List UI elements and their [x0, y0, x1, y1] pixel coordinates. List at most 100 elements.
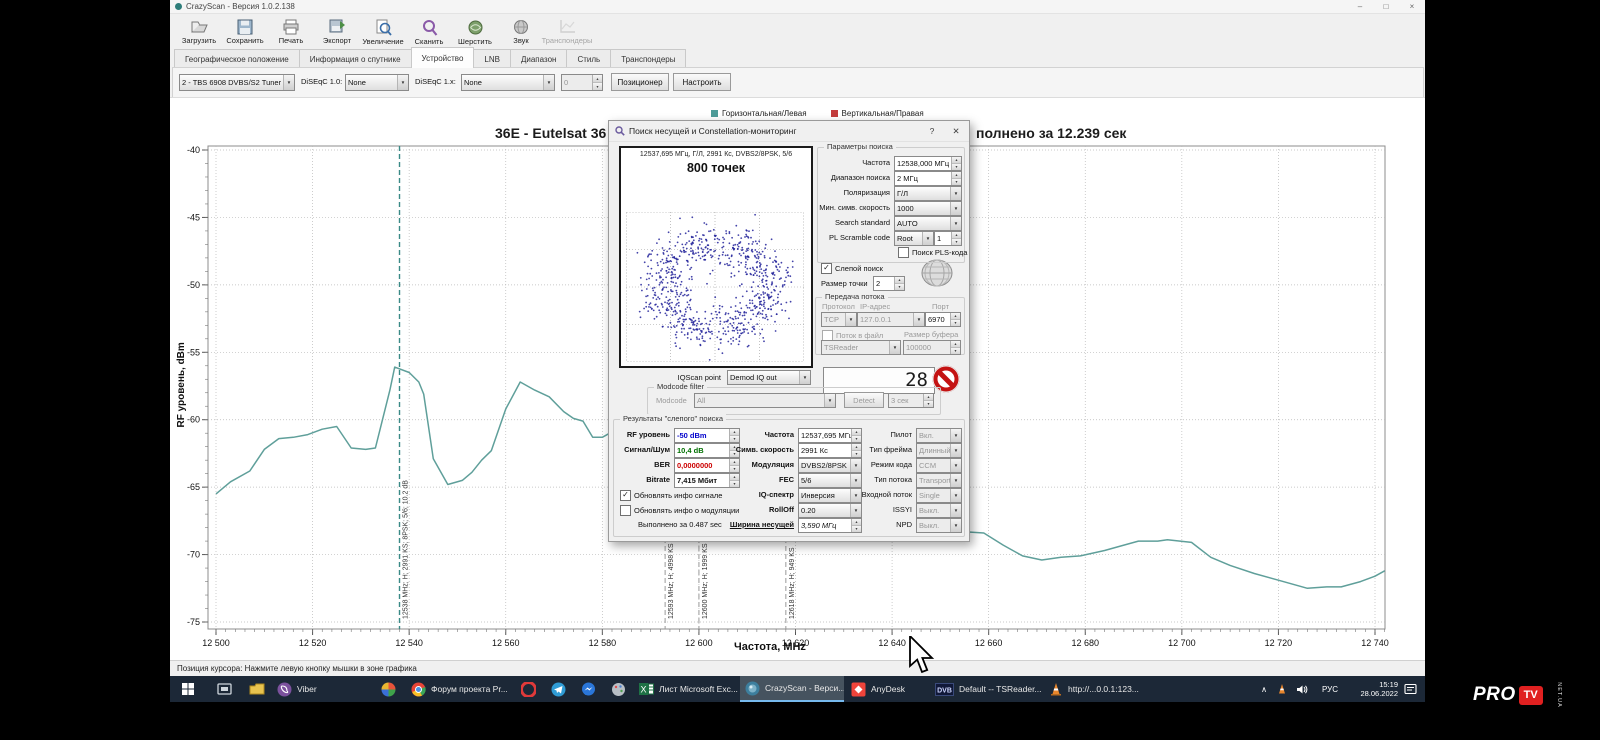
spin-down-icon[interactable]: ▼	[593, 82, 602, 90]
right-select-3[interactable]: CCM▼	[916, 458, 962, 473]
spinner-buttons[interactable]: ▲▼	[923, 394, 933, 407]
tab-4[interactable]: LNB	[473, 49, 511, 68]
checkbox-box[interactable]: ✓	[620, 490, 631, 501]
taskbar-item-viber[interactable]: Viber	[272, 676, 336, 702]
taskbar-item-opera[interactable]	[516, 676, 542, 702]
taskbar-item-taskview[interactable]	[212, 676, 238, 702]
taskbar-item-label: Viber	[297, 684, 317, 694]
spinner-buttons[interactable]: ▲▼	[951, 172, 961, 185]
spinner-buttons[interactable]: ▲▼	[894, 277, 904, 290]
dialog-titlebar: Поиск несущей и Constellation-мониторинг…	[609, 121, 969, 142]
dropdown-value: Г/Л	[895, 189, 950, 198]
param-1-spinner[interactable]: 12538,000 МГц▲▼	[894, 156, 962, 171]
taskbar-item-tsreader[interactable]: DVBDefault -- TSReader...	[930, 676, 1042, 702]
svg-text:DVB: DVB	[937, 687, 952, 694]
taskbar-item-photos[interactable]	[376, 676, 402, 702]
pls-search-checkbox[interactable]: Поиск PLS-кода	[898, 247, 967, 258]
start-button[interactable]	[176, 676, 204, 702]
main-toolbar: ЗагрузитьСохранитьПечатьЭкспортУвеличени…	[170, 14, 1425, 50]
tab-3[interactable]: Устройство	[411, 47, 475, 68]
iqscan-select[interactable]: Demod IQ out▼	[727, 370, 811, 385]
spin-down-icon[interactable]: ▼	[951, 319, 960, 326]
magnifier-icon	[615, 126, 625, 136]
param-3-select[interactable]: Г/Л▼	[894, 186, 962, 201]
tray-vlc[interactable]	[1276, 676, 1292, 702]
detect-button: Detect	[844, 392, 884, 408]
blind-search-checkbox[interactable]: ✓Слепой поиск	[821, 263, 883, 274]
taskbar-item-excel[interactable]: XЛист Microsoft Exc...	[634, 676, 738, 702]
print-icon	[282, 19, 300, 35]
toolbar-button-print[interactable]: Печать	[268, 14, 314, 50]
spinner-buttons[interactable]: ▲▼	[951, 232, 961, 245]
dialog-help-button[interactable]: ?	[921, 126, 943, 136]
diseqc1x-select[interactable]: None▼	[461, 74, 555, 91]
dropdown-value: 127.0.0.1	[858, 315, 913, 324]
right-select-6[interactable]: Выкл.▼	[916, 503, 962, 518]
volume-icon[interactable]	[1296, 676, 1314, 702]
taskbar-item-vlc[interactable]: http://...0.0.1:123...	[1044, 676, 1148, 702]
right-select-4[interactable]: Transport▼	[916, 473, 962, 488]
toolbar-button-sound[interactable]: Звук	[498, 14, 544, 50]
toolbar-button-zoom-page[interactable]: Увеличение	[360, 14, 406, 50]
clock[interactable]: 15:1928.06.2022	[1346, 676, 1400, 702]
toolbar-button-save[interactable]: Сохранить	[222, 14, 268, 50]
tab-7[interactable]: Транспондеры	[610, 49, 686, 68]
toolbar-button-open[interactable]: Загрузить	[176, 14, 222, 50]
param-5-select[interactable]: AUTO▼	[894, 216, 962, 231]
spin-down-icon[interactable]: ▼	[952, 238, 961, 245]
taskbar-item-paint[interactable]	[606, 676, 632, 702]
taskbar-item-messenger[interactable]	[576, 676, 602, 702]
checkbox-box[interactable]	[620, 505, 631, 516]
toolbar-button-comb[interactable]: Шерстить	[452, 14, 498, 50]
right-select-7[interactable]: Выкл.▼	[916, 518, 962, 533]
mid-label-7: Ширина несущей	[680, 520, 794, 529]
positioner-button[interactable]: Позиционер	[611, 73, 669, 91]
checkbox-box[interactable]	[898, 247, 909, 258]
position-spinner: 0▲▼	[561, 74, 603, 91]
tab-2[interactable]: Информация о спутнике	[299, 49, 412, 68]
spinner-buttons[interactable]: ▲▼	[950, 341, 960, 354]
taskbar-item-anydesk[interactable]: AnyDesk	[846, 676, 926, 702]
port-spinner[interactable]: 6970▲▼	[925, 312, 961, 327]
tray-chevron[interactable]: ∧	[1256, 676, 1272, 702]
minimize-button[interactable]: –	[1347, 0, 1373, 13]
pl-scramble-value-spinner[interactable]: 1▲▼	[934, 231, 962, 246]
dot-size-spinner[interactable]: 2▲▼	[873, 276, 905, 291]
tab-1[interactable]: Географическое положение	[174, 49, 300, 68]
language-indicator[interactable]: РУС	[1318, 676, 1342, 702]
pl-scramble-root-select[interactable]: Root▼	[894, 231, 934, 246]
taskbar-item-chrome[interactable]: Форум проекта Pr...	[406, 676, 512, 702]
tab-5[interactable]: Диапазон	[510, 49, 567, 68]
spinner-buttons[interactable]: ▲▼	[592, 75, 602, 90]
results-group: Результаты "слепого" поискаRF уровень-50…	[613, 419, 965, 537]
spinner-buttons[interactable]: ▲▼	[950, 313, 960, 326]
param-2-spinner[interactable]: 2 МГц▲▼	[894, 171, 962, 186]
spin-down-icon[interactable]: ▼	[895, 283, 904, 290]
param-4-select[interactable]: 1000▼	[894, 201, 962, 216]
spin-down-icon[interactable]: ▼	[952, 163, 961, 170]
tuner-select[interactable]: 2 - TBS 6908 DVBS/S2 Tuner 0▼	[179, 74, 295, 91]
tab-6[interactable]: Стиль	[566, 49, 611, 68]
toolbar-button-scan[interactable]: Сканить	[406, 14, 452, 50]
svg-text:12 740: 12 740	[1361, 638, 1389, 648]
diseqc10-select[interactable]: None▼	[345, 74, 409, 91]
right-select-2[interactable]: Длинный▼	[916, 443, 962, 458]
taskbar-item-explorer[interactable]	[244, 676, 270, 702]
taskbar-item-crazyscan[interactable]: CrazyScan - Верси...	[740, 676, 844, 702]
taskbar-item-telegram[interactable]	[546, 676, 572, 702]
spin-down-icon[interactable]: ▼	[952, 178, 961, 185]
close-button[interactable]: ×	[1399, 0, 1425, 13]
window-title: CrazyScan - Версия 1.0.2.138	[186, 2, 295, 11]
configure-button[interactable]: Настроить	[673, 73, 731, 91]
checkbox-box[interactable]: ✓	[821, 263, 832, 274]
toolbar-button-export[interactable]: Экспорт	[314, 14, 360, 50]
spin-down-icon[interactable]: ▼	[951, 347, 960, 354]
maximize-button[interactable]: □	[1373, 0, 1399, 13]
right-select-5[interactable]: Single▼	[916, 488, 962, 503]
spin-up-icon[interactable]: ▲	[593, 75, 602, 82]
dialog-close-button[interactable]: ✕	[943, 126, 969, 137]
spin-down-icon[interactable]: ▼	[924, 400, 933, 407]
spinner-buttons[interactable]: ▲▼	[951, 157, 961, 170]
notification-icon[interactable]	[1404, 676, 1422, 702]
right-select-1[interactable]: Вкл.▼	[916, 428, 962, 443]
